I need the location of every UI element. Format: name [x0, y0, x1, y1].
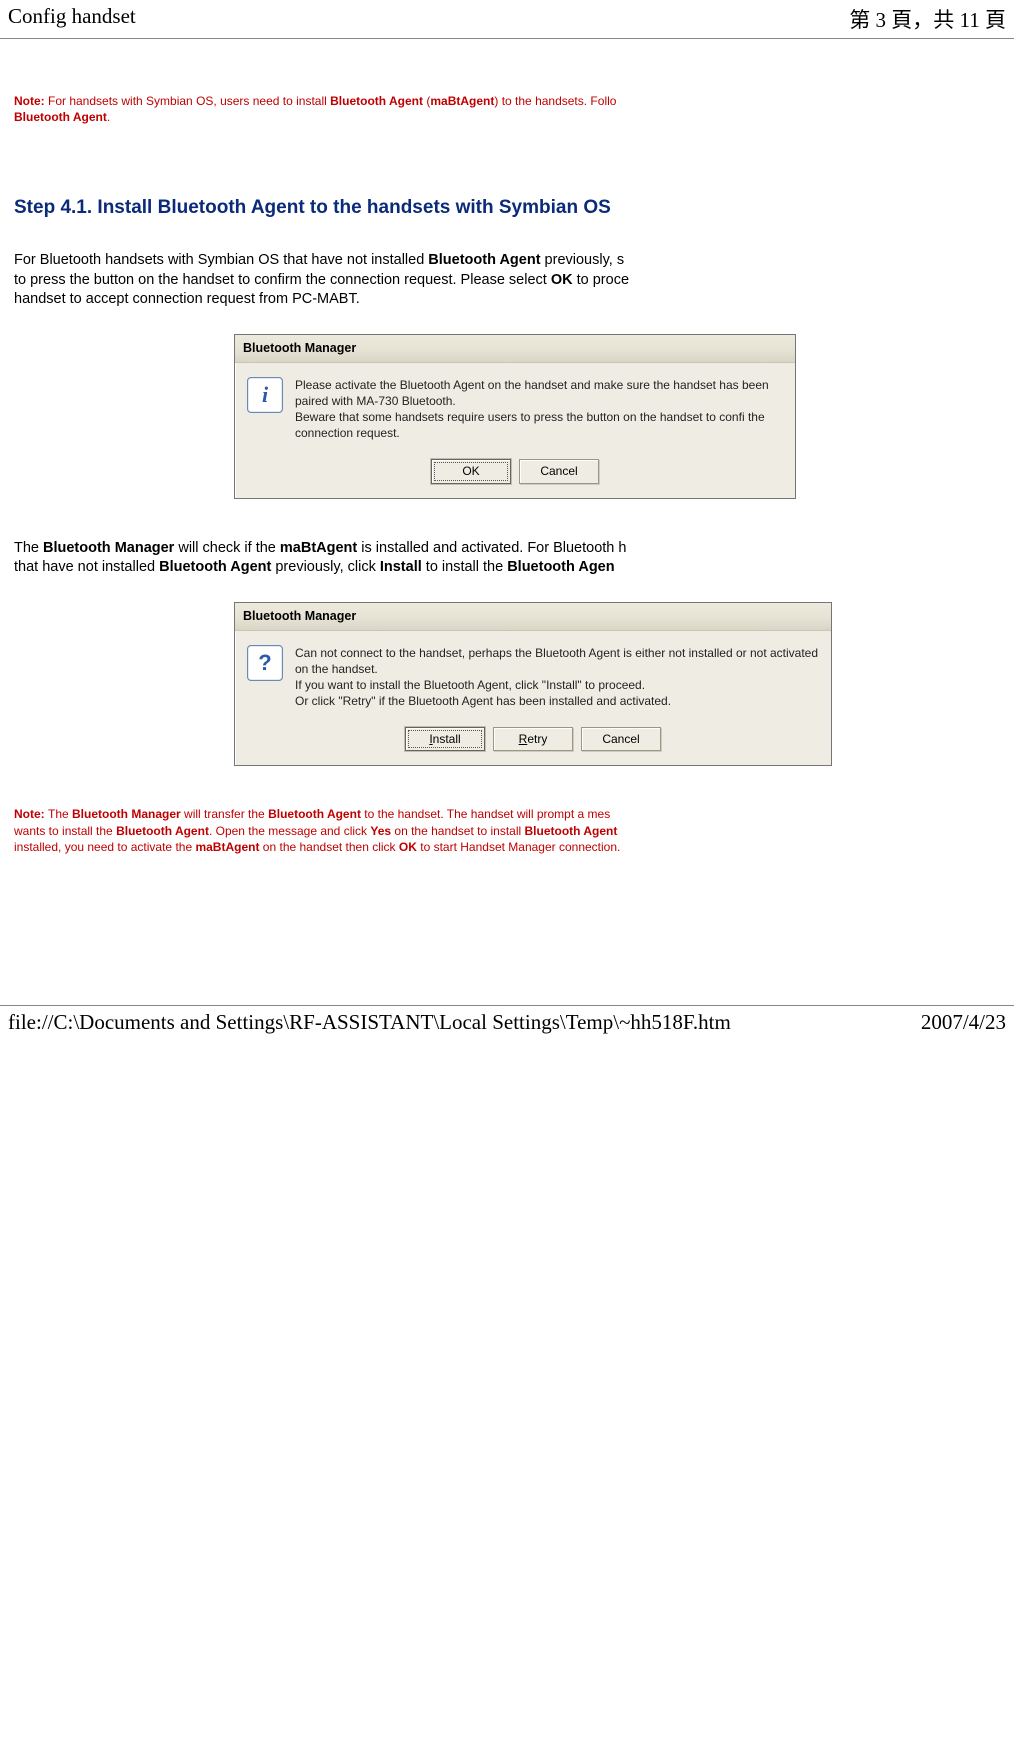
- dialog-text: Please activate the Bluetooth Agent on t…: [295, 377, 783, 442]
- page-number: 第 3 頁，共 11 頁: [849, 4, 1006, 34]
- note-b2: maBtAgent: [430, 94, 494, 108]
- note-b3: Bluetooth Agent: [14, 110, 107, 124]
- note-transfer-agent: Note: The Bluetooth Manager will transfe…: [14, 806, 1000, 855]
- dialog-buttons: OK Cancel: [235, 457, 795, 497]
- bluetooth-manager-info-dialog: Bluetooth Manager i Please activate the …: [234, 334, 796, 499]
- note-label: Note:: [14, 94, 48, 108]
- question-icon: ?: [247, 645, 283, 681]
- dialog-1-wrap: Bluetooth Manager i Please activate the …: [234, 334, 1000, 499]
- note-text-c: ) to the handsets. Follo: [494, 94, 616, 108]
- paragraph-1: For Bluetooth handsets with Symbian OS t…: [14, 251, 1000, 310]
- install-button[interactable]: Install: [405, 727, 485, 751]
- cancel-button[interactable]: Cancel: [519, 459, 599, 483]
- question-glyph: ?: [258, 648, 271, 678]
- dialog-buttons-2: Install Retry Cancel: [235, 725, 831, 765]
- retry-accel: R: [519, 732, 528, 746]
- page-header: Config handset 第 3 頁，共 11 頁: [0, 0, 1014, 39]
- paragraph-2: The Bluetooth Manager will check if the …: [14, 539, 1000, 578]
- dialog-content-2: ? Can not connect to the handset, perhap…: [235, 631, 831, 726]
- page-footer: file://C:\Documents and Settings\RF-ASSI…: [0, 1005, 1014, 1039]
- info-glyph: i: [262, 380, 268, 410]
- cancel-button-2[interactable]: Cancel: [581, 727, 661, 751]
- note-text-a: For handsets with Symbian OS, users need…: [48, 94, 330, 108]
- info-icon: i: [247, 377, 283, 413]
- footer-date: 2007/4/23: [921, 1010, 1006, 1035]
- dialog-title-bar: Bluetooth Manager: [235, 335, 795, 363]
- page-title: Config handset: [8, 4, 136, 34]
- page-body: Note: For handsets with Symbian OS, user…: [0, 39, 1014, 855]
- dialog-title-bar-2: Bluetooth Manager: [235, 603, 831, 631]
- note2-label: Note:: [14, 807, 48, 821]
- note-symbian-agent: Note: For handsets with Symbian OS, user…: [14, 93, 1000, 125]
- dialog-text-2: Can not connect to the handset, perhaps …: [295, 645, 819, 710]
- footer-file-path: file://C:\Documents and Settings\RF-ASSI…: [8, 1010, 731, 1035]
- dialog-2-wrap: Bluetooth Manager ? Can not connect to t…: [234, 602, 1000, 767]
- bluetooth-manager-question-dialog: Bluetooth Manager ? Can not connect to t…: [234, 602, 832, 767]
- retry-button[interactable]: Retry: [493, 727, 573, 751]
- note-b1: Bluetooth Agent: [330, 94, 423, 108]
- install-accel: I: [429, 732, 432, 746]
- note-text-d: .: [107, 110, 110, 124]
- dialog-content: i Please activate the Bluetooth Agent on…: [235, 363, 795, 458]
- section-title: Step 4.1. Install Bluetooth Agent to the…: [14, 195, 1000, 221]
- ok-button[interactable]: OK: [431, 459, 511, 483]
